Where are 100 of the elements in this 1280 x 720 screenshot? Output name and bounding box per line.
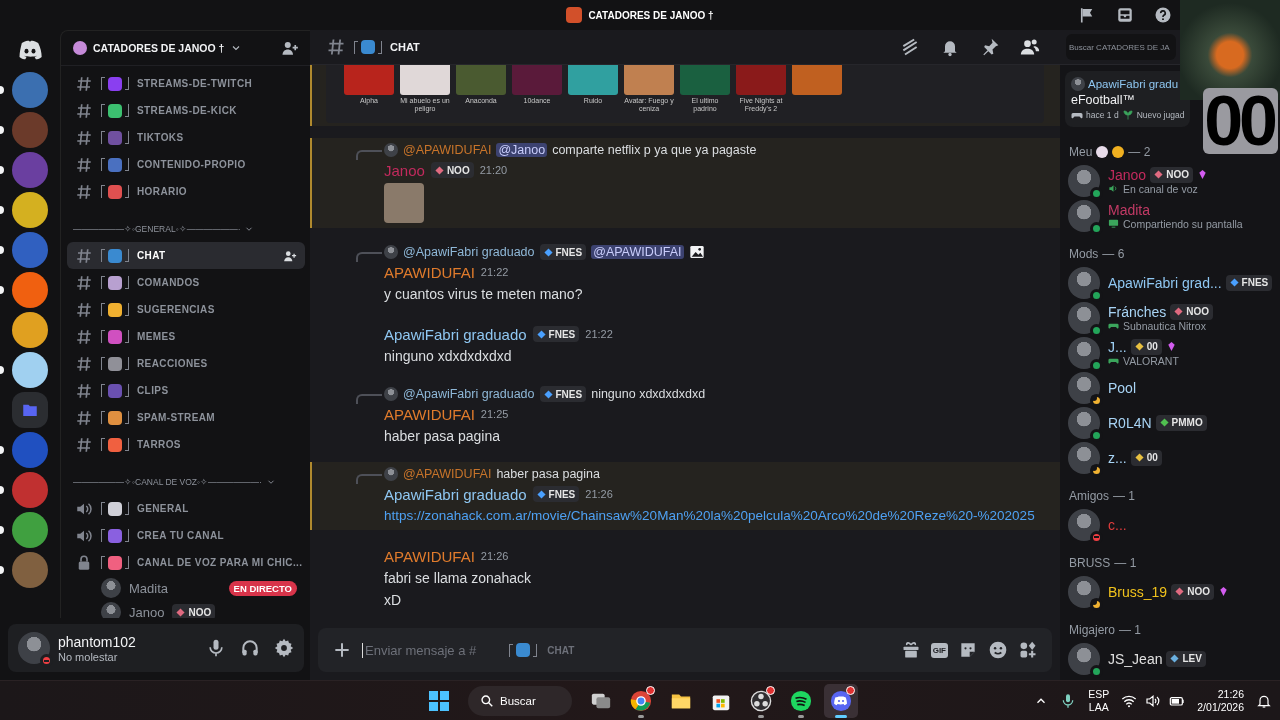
channel-item[interactable]: MEMES (67, 323, 305, 350)
volume-icon[interactable] (1145, 693, 1162, 709)
category-label[interactable]: ——————✧◦GENERAL◦✧——————· (73, 224, 241, 234)
message-author[interactable]: APAWIDUFAI (384, 405, 475, 423)
gif-button[interactable]: GIF (930, 642, 948, 658)
apps-icon[interactable] (1018, 640, 1038, 660)
notification-icon[interactable] (1256, 693, 1272, 709)
member-activity: En canal de voz (1123, 182, 1198, 195)
recorder-icon[interactable] (750, 690, 772, 712)
channel-item[interactable]: SUGERENCIAS (67, 296, 305, 323)
server-folder[interactable] (12, 392, 48, 428)
tag-label: NOO (446, 164, 470, 176)
channel-item[interactable]: COMANDOS (67, 269, 305, 296)
threads-icon[interactable] (900, 37, 920, 57)
member-item[interactable]: R0L4N PMMO (1065, 405, 1275, 440)
channel-item[interactable]: CANAL DE VOZ PARA MI CHIC... (67, 549, 305, 576)
server-icon[interactable] (12, 512, 48, 548)
avatar (101, 578, 121, 598)
member-item[interactable]: Madita Compartiendo su pantalla (1065, 198, 1275, 233)
group-count: — 1 (1113, 489, 1136, 503)
reply-line (356, 150, 382, 160)
search-button[interactable]: Buscar (468, 686, 572, 716)
server-name[interactable]: CATADORES DE JANOO † (93, 42, 225, 54)
server-icon[interactable] (12, 312, 48, 348)
bracket-icon (101, 158, 105, 171)
hash-icon (75, 74, 93, 93)
reply-author[interactable]: @APAWIDUFAI (403, 143, 492, 157)
member-item[interactable]: JS_Jean LEV (1065, 641, 1275, 676)
avatar (101, 602, 121, 618)
inbox-icon[interactable] (1116, 6, 1134, 24)
channel-item[interactable]: GENERAL (67, 495, 305, 522)
message-author[interactable]: APAWIDUFAI (384, 547, 475, 565)
channel-item[interactable]: TARROS (67, 431, 305, 458)
music-app-icon[interactable] (790, 690, 812, 712)
member-name: R0L4N (1108, 414, 1152, 431)
message-author[interactable]: ApawiFabri graduado (384, 325, 527, 343)
reply-author[interactable]: @ApawiFabri graduado (403, 387, 535, 401)
channel-item[interactable]: HORARIO (67, 178, 305, 205)
reply-author[interactable]: @ApawiFabri graduado (403, 245, 535, 259)
emoji-icon[interactable] (988, 640, 1008, 660)
add-member-icon[interactable] (283, 248, 297, 263)
help-icon[interactable] (1154, 6, 1172, 24)
browser-icon[interactable] (630, 690, 652, 712)
member-item[interactable]: Bruss_19 NOO (1065, 574, 1275, 609)
headphones-icon[interactable] (240, 638, 260, 658)
chat-app-icon[interactable] (830, 690, 852, 712)
bracket-icon (125, 249, 129, 262)
channel-item[interactable]: CONTENIDO-PROPIO (67, 151, 305, 178)
member-item[interactable]: J... 00 VALORANT (1065, 335, 1275, 370)
bracket-icon (125, 131, 129, 144)
member-item[interactable]: c... (1065, 507, 1275, 542)
channel-item[interactable]: CHAT (67, 242, 305, 269)
window-title: CATADORES DE JANOO † (588, 9, 714, 21)
start-icon[interactable] (429, 691, 449, 711)
category-label[interactable]: ——————✧◦CANAL DE VOZ◦✧——————· (73, 477, 262, 487)
microphone-icon[interactable] (206, 638, 226, 658)
activity-note: Nuevo jugad (1136, 110, 1185, 120)
server-icon[interactable] (12, 192, 48, 228)
avatar (384, 245, 398, 259)
message-author[interactable]: APAWIDUFAI (384, 263, 475, 281)
bracket-icon (101, 185, 105, 198)
member-item[interactable]: z... 00 (1065, 440, 1275, 475)
language-indicator[interactable]: ESP LAA (1088, 688, 1110, 714)
search-field[interactable]: Buscar CATADORES DE JA (1066, 34, 1176, 60)
bracket-icon (101, 384, 105, 397)
activity-card[interactable]: ApawiFabri gradu eFootball™ hace 1 d Nuevo jugad (1065, 71, 1191, 127)
member-name: Bruss_19 (1108, 583, 1168, 600)
hash-icon (326, 37, 346, 57)
mention[interactable]: @APAWIDUFAI (591, 245, 684, 259)
server-icon[interactable] (12, 272, 48, 308)
mention[interactable]: @Janoo (496, 143, 548, 157)
member-name: Fránches (1108, 303, 1167, 320)
reply-author[interactable]: @APAWIDUFAI (403, 467, 492, 481)
channel-item[interactable]: REACCIONES (67, 350, 305, 377)
bracket-icon (125, 438, 129, 451)
server-icon[interactable] (12, 352, 48, 388)
sticker-icon[interactable] (958, 640, 978, 660)
member-item[interactable]: Janoo NOO En canal de voz (1065, 163, 1275, 198)
channel-item[interactable]: SPAM-STREAM (67, 404, 305, 431)
message-link[interactable]: https://zonahack.com.ar/movie/Chainsaw%20Man%20la%20pelcula%20Arco%20de%20Reze%20-%202025 (384, 508, 1035, 523)
members-icon[interactable] (1020, 37, 1040, 57)
member-item[interactable]: ApawiFabri grad... FNES (1065, 265, 1275, 300)
channel-item[interactable]: CLIPS (67, 377, 305, 404)
message-input[interactable]: Enviar mensaje a # CHAT GIF (318, 628, 1052, 672)
message-author[interactable]: ApawiFabri graduado (384, 485, 527, 503)
tag-label: NOO (1186, 306, 1210, 317)
wifi-icon[interactable] (1121, 693, 1138, 709)
pin-icon[interactable] (980, 37, 1000, 57)
avatar (1071, 77, 1085, 91)
channel-item[interactable]: TIKTOKS (67, 124, 305, 151)
clock[interactable]: 21:26 2/01/2026 (1197, 688, 1244, 714)
settings-icon[interactable] (274, 638, 294, 658)
member-item[interactable]: Pool (1065, 370, 1275, 405)
add-member-icon[interactable] (281, 39, 299, 57)
plus-icon[interactable] (332, 640, 352, 660)
message-time: 21:22 (480, 266, 509, 278)
channel-item[interactable]: STREAMS-DE-KICK (67, 97, 305, 124)
member-item[interactable]: Fránches NOO Subnautica Nitrox (1065, 300, 1275, 335)
channel-item[interactable]: STREAMS-DE-TWITCH (67, 70, 305, 97)
channel-item[interactable]: CREA TU CANAL (67, 522, 305, 549)
